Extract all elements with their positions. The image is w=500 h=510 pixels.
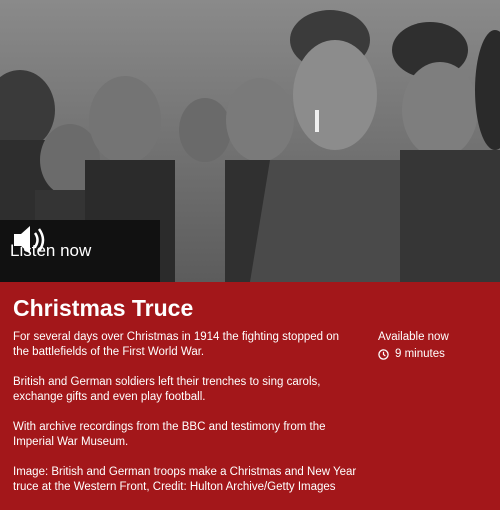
- duration: 9 minutes: [378, 347, 449, 362]
- image-credit: Image: British and German troops make a …: [13, 466, 357, 493]
- programme-title: Christmas Truce: [13, 295, 194, 321]
- hero-photo: Listen now: [0, 0, 500, 282]
- programme-description: For several days over Christmas in 1914 …: [13, 330, 358, 510]
- description-paragraph: For several days over Christmas in 1914 …: [13, 331, 340, 358]
- speaker-icon: [14, 226, 45, 254]
- duration-text: 9 minutes: [395, 348, 445, 360]
- listen-now-button[interactable]: Listen now: [0, 220, 160, 282]
- programme-info-panel: Christmas Truce For several days over Ch…: [0, 282, 500, 500]
- description-paragraph: British and German soldiers left their t…: [13, 376, 321, 403]
- description-paragraph: With archive recordings from the BBC and…: [13, 421, 326, 448]
- clock-icon: [378, 349, 389, 360]
- availability-text: Available now: [378, 331, 449, 343]
- programme-card: Listen now Christmas Truce For several d…: [0, 0, 500, 500]
- availability-block: Available now 9 minutes: [378, 330, 449, 362]
